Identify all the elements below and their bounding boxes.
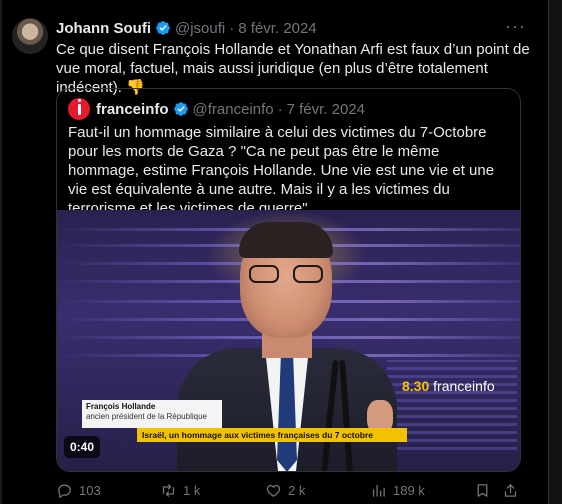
author-name[interactable]: Johann Soufi: [56, 20, 151, 37]
retweet-button[interactable]: 1 k: [160, 482, 200, 499]
quoted-author-name[interactable]: franceinfo: [96, 101, 169, 118]
lower-third: François Hollande ancien président de la…: [82, 400, 222, 428]
tweet-date[interactable]: 8 févr. 2024: [238, 20, 316, 37]
views-chart-icon: [372, 484, 385, 497]
tweet-card[interactable]: Johann Soufi @jsoufi · 8 févr. 2024 ··· …: [0, 0, 562, 504]
quoted-verified-badge-icon: [173, 102, 188, 116]
like-button[interactable]: 2 k: [265, 482, 305, 499]
retweet-icon: [162, 484, 175, 497]
channel-logo: 8.30 franceinfo: [402, 378, 495, 394]
channel-name: franceinfo: [433, 378, 495, 394]
quoted-tweet[interactable]: franceinfo @franceinfo · 7 févr. 2024 Fa…: [56, 88, 521, 472]
quoted-header-separator: ·: [277, 100, 283, 118]
quoted-header: franceinfo @franceinfo · 7 févr. 2024: [68, 98, 365, 120]
action-bar: 103 1 k 2 k 189 k: [56, 482, 518, 502]
views-count: 189 k: [393, 483, 425, 498]
heart-icon: [266, 484, 281, 497]
quoted-text: Faut-il un hommage similaire à celui des…: [68, 124, 495, 217]
quoted-date[interactable]: 7 févr. 2024: [287, 101, 365, 118]
header-separator: ·: [229, 19, 235, 37]
more-options-icon[interactable]: ···: [505, 16, 526, 37]
retweet-count: 1 k: [183, 483, 201, 498]
window-edge-left: [0, 0, 2, 504]
video-duration: 0:40: [64, 436, 101, 458]
quoted-author-handle[interactable]: @franceinfo: [193, 101, 274, 118]
franceinfo-logo-icon[interactable]: [68, 98, 90, 120]
tweet-header: Johann Soufi @jsoufi · 8 févr. 2024: [56, 17, 317, 39]
scrollbar[interactable]: [548, 0, 562, 504]
news-banner: Israël, un hommage aux victimes français…: [137, 428, 407, 442]
show-time: 8.30: [402, 378, 430, 394]
video-player[interactable]: 8.30 franceinfo François Hollande ancien…: [57, 210, 520, 471]
verified-badge-icon: [156, 21, 170, 35]
author-handle[interactable]: @jsoufi: [175, 20, 225, 37]
reply-icon: [58, 484, 71, 498]
author-avatar[interactable]: [12, 18, 48, 54]
share-icon: [504, 484, 517, 497]
lower-third-name: François Hollande: [86, 402, 156, 411]
views-button[interactable]: 189 k: [370, 482, 425, 499]
reply-count: 103: [79, 483, 101, 498]
lower-third-role: ancien président de la République: [86, 412, 207, 421]
reply-button[interactable]: 103: [56, 482, 101, 499]
bookmark-button[interactable]: [474, 482, 497, 499]
share-button[interactable]: [502, 482, 525, 499]
like-count: 2 k: [288, 483, 306, 498]
bookmark-icon: [477, 484, 488, 497]
